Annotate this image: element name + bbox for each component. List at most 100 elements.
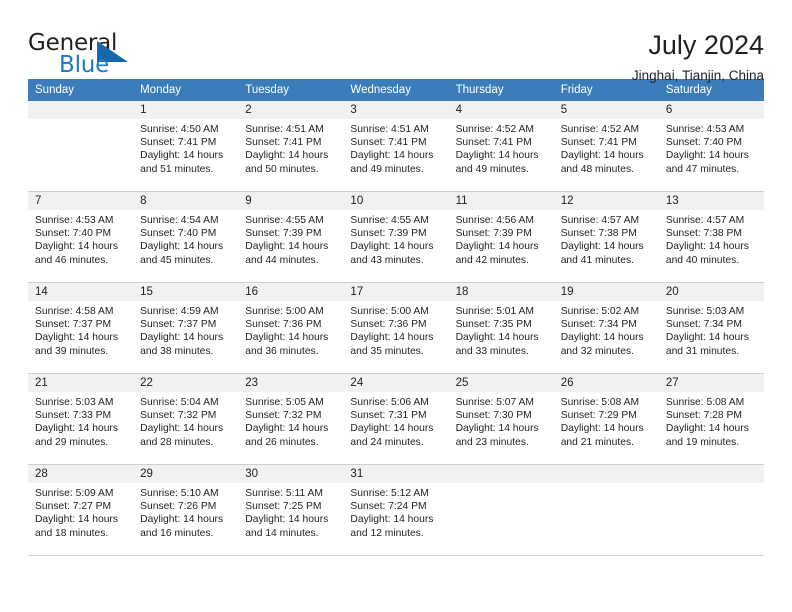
calendar-day-cell[interactable]: 18 Sunrise: 5:01 AM Sunset: 7:35 PM Dayligh… xyxy=(448,282,554,374)
calendar-day-cell[interactable]: 6 Sunrise: 4:53 AM Sunset: 7:40 PM Daylight… xyxy=(658,101,764,192)
daylight-text-line2: and 38 minutes. xyxy=(140,345,214,357)
daylight-text-line2: and 43 minutes. xyxy=(350,254,424,266)
daylight-text-line1: Daylight: 14 hours xyxy=(455,241,539,253)
day-number: 23 xyxy=(238,374,344,392)
calendar-day: 26 Sunrise: 5:08 AM Sunset: 7:29 PM Dayligh… xyxy=(553,374,659,463)
calendar-day-cell[interactable]: 27 Sunrise: 5:08 AM Sunset: 7:28 PM Dayligh… xyxy=(658,373,764,465)
daylight-text-line1: Daylight: 14 hours xyxy=(245,423,329,435)
daylight-text-line2: and 23 minutes. xyxy=(455,436,529,448)
calendar-day-cell[interactable]: 22 Sunrise: 5:04 AM Sunset: 7:32 PM Dayligh… xyxy=(133,373,239,465)
sunset-text: Sunset: 7:41 PM xyxy=(350,137,427,149)
calendar-day-cell[interactable]: 14 Sunrise: 4:58 AM Sunset: 7:37 PM Dayligh… xyxy=(28,282,134,374)
calendar-day-cell[interactable] xyxy=(553,464,659,556)
sunset-text: Sunset: 7:36 PM xyxy=(350,319,427,331)
calendar-day: 14 Sunrise: 4:58 AM Sunset: 7:37 PM Dayligh… xyxy=(28,283,134,372)
daylight-text-line1: Daylight: 14 hours xyxy=(35,241,118,253)
calendar-day: 31 Sunrise: 5:12 AM Sunset: 7:24 PM Dayligh… xyxy=(343,465,449,554)
sunset-text: Sunset: 7:41 PM xyxy=(245,137,322,149)
page-subtitle: Jinghai, Tianjin, China xyxy=(631,68,764,84)
calendar-day-cell[interactable]: 26 Sunrise: 5:08 AM Sunset: 7:29 PM Dayligh… xyxy=(553,373,659,465)
day-details: Sunrise: 4:54 AM Sunset: 7:40 PM Daylight:… xyxy=(133,210,238,267)
weekday-header-tuesday: Tuesday xyxy=(238,79,344,101)
sunset-text: Sunset: 7:41 PM xyxy=(560,137,637,149)
calendar-day-cell[interactable]: 13 Sunrise: 4:57 AM Sunset: 7:38 PM Dayligh… xyxy=(658,191,764,283)
sunrise-text: Sunrise: 5:03 AM xyxy=(665,306,745,317)
calendar-day-cell[interactable]: 19 Sunrise: 5:02 AM Sunset: 7:34 PM Dayligh… xyxy=(553,282,659,374)
calendar-day: 29 Sunrise: 5:10 AM Sunset: 7:26 PM Dayligh… xyxy=(133,465,239,554)
day-number: 16 xyxy=(238,283,344,301)
sunrise-text: Sunrise: 5:08 AM xyxy=(560,397,640,408)
calendar-week-row: 21 Sunrise: 5:03 AM Sunset: 7:33 PM Dayligh… xyxy=(28,373,764,465)
calendar-day-cell[interactable] xyxy=(658,464,764,556)
calendar-day-cell[interactable]: 24 Sunrise: 5:06 AM Sunset: 7:31 PM Dayligh… xyxy=(343,373,449,465)
calendar-day: 10 Sunrise: 4:55 AM Sunset: 7:39 PM Dayligh… xyxy=(343,192,449,281)
day-number: 26 xyxy=(553,374,659,392)
day-number: 12 xyxy=(553,192,659,210)
calendar-day-cell[interactable]: 31 Sunrise: 5:12 AM Sunset: 7:24 PM Dayligh… xyxy=(343,464,449,556)
sunrise-text: Sunrise: 4:54 AM xyxy=(140,215,219,226)
daylight-text-line2: and 50 minutes. xyxy=(245,163,319,175)
calendar-day-cell[interactable]: 21 Sunrise: 5:03 AM Sunset: 7:33 PM Dayligh… xyxy=(28,373,134,465)
calendar-day-cell[interactable]: 16 Sunrise: 5:00 AM Sunset: 7:36 PM Dayligh… xyxy=(238,282,344,374)
calendar-day-cell[interactable]: 17 Sunrise: 5:00 AM Sunset: 7:36 PM Dayligh… xyxy=(343,282,449,374)
general-blue-logo[interactable]: General Blue xyxy=(28,30,148,84)
day-details: Sunrise: 5:00 AM Sunset: 7:36 PM Daylight:… xyxy=(238,301,343,358)
day-details: Sunrise: 5:03 AM Sunset: 7:33 PM Daylight:… xyxy=(28,392,133,449)
day-details: Sunrise: 5:08 AM Sunset: 7:28 PM Daylight:… xyxy=(659,392,764,449)
day-number: 3 xyxy=(343,101,449,119)
daylight-text-line2: and 18 minutes. xyxy=(35,527,109,539)
daylight-text-line2: and 47 minutes. xyxy=(665,163,740,175)
day-details: Sunrise: 4:57 AM Sunset: 7:38 PM Daylight:… xyxy=(554,210,659,267)
calendar-day-cell[interactable]: 3 Sunrise: 4:51 AM Sunset: 7:41 PM Daylight… xyxy=(343,101,449,192)
calendar-day-cell[interactable]: 8 Sunrise: 4:54 AM Sunset: 7:40 PM Daylight… xyxy=(133,191,239,283)
calendar-day-cell[interactable]: 29 Sunrise: 5:10 AM Sunset: 7:26 PM Dayligh… xyxy=(133,464,239,556)
day-number: 17 xyxy=(343,283,449,301)
calendar-day-cell[interactable] xyxy=(448,464,554,556)
daylight-text-line1: Daylight: 14 hours xyxy=(245,241,329,253)
daylight-text-line2: and 36 minutes. xyxy=(245,345,319,357)
calendar-day-cell[interactable]: 5 Sunrise: 4:52 AM Sunset: 7:41 PM Daylight… xyxy=(553,101,659,192)
calendar-day-empty xyxy=(448,465,554,554)
calendar-day-cell[interactable]: 28 Sunrise: 5:09 AM Sunset: 7:27 PM Dayligh… xyxy=(28,464,134,556)
sunrise-text: Sunrise: 5:00 AM xyxy=(245,306,324,317)
day-details: Sunrise: 4:53 AM Sunset: 7:40 PM Daylight:… xyxy=(28,210,133,267)
calendar-day-cell[interactable]: 11 Sunrise: 4:56 AM Sunset: 7:39 PM Dayligh… xyxy=(448,191,554,283)
daylight-text-line2: and 39 minutes. xyxy=(35,345,109,357)
calendar-page: General Blue July 2024 Jinghai, Tianjin,… xyxy=(0,0,792,612)
day-details: Sunrise: 4:57 AM Sunset: 7:38 PM Daylight:… xyxy=(659,210,764,267)
calendar-day-cell[interactable]: 10 Sunrise: 4:55 AM Sunset: 7:39 PM Dayligh… xyxy=(343,191,449,283)
calendar-day: 11 Sunrise: 4:56 AM Sunset: 7:39 PM Dayligh… xyxy=(448,192,554,281)
calendar-day-cell[interactable]: 12 Sunrise: 4:57 AM Sunset: 7:38 PM Dayligh… xyxy=(553,191,659,283)
weekday-header-thursday: Thursday xyxy=(448,79,554,101)
day-details: Sunrise: 4:59 AM Sunset: 7:37 PM Daylight:… xyxy=(133,301,238,358)
sunrise-text: Sunrise: 5:03 AM xyxy=(35,397,114,408)
calendar-day-cell[interactable]: 4 Sunrise: 4:52 AM Sunset: 7:41 PM Daylight… xyxy=(448,101,554,192)
sunrise-text: Sunrise: 4:56 AM xyxy=(455,215,534,226)
daylight-text-line2: and 45 minutes. xyxy=(140,254,214,266)
daylight-text-line1: Daylight: 14 hours xyxy=(140,423,224,435)
calendar-day-cell[interactable] xyxy=(28,101,134,192)
sunrise-text: Sunrise: 4:53 AM xyxy=(35,215,114,226)
daylight-text-line1: Daylight: 14 hours xyxy=(245,332,329,344)
calendar-day-cell[interactable]: 30 Sunrise: 5:11 AM Sunset: 7:25 PM Dayligh… xyxy=(238,464,344,556)
sunset-text: Sunset: 7:37 PM xyxy=(140,319,217,331)
calendar-day-cell[interactable]: 7 Sunrise: 4:53 AM Sunset: 7:40 PM Daylight… xyxy=(28,191,134,283)
sunrise-text: Sunrise: 4:52 AM xyxy=(455,124,534,135)
calendar-day: 16 Sunrise: 5:00 AM Sunset: 7:36 PM Dayligh… xyxy=(238,283,344,372)
calendar-day-cell[interactable]: 25 Sunrise: 5:07 AM Sunset: 7:30 PM Dayligh… xyxy=(448,373,554,465)
sunset-text: Sunset: 7:35 PM xyxy=(455,319,532,331)
calendar-day-cell[interactable]: 9 Sunrise: 4:55 AM Sunset: 7:39 PM Daylight… xyxy=(238,191,344,283)
daylight-text-line1: Daylight: 14 hours xyxy=(560,423,644,435)
day-details: Sunrise: 4:51 AM Sunset: 7:41 PM Daylight:… xyxy=(343,119,448,176)
daylight-text-line1: Daylight: 14 hours xyxy=(455,423,539,435)
calendar-day-cell[interactable]: 2 Sunrise: 4:51 AM Sunset: 7:41 PM Daylight… xyxy=(238,101,344,192)
daylight-text-line1: Daylight: 14 hours xyxy=(560,241,644,253)
calendar-day-cell[interactable]: 20 Sunrise: 5:03 AM Sunset: 7:34 PM Dayligh… xyxy=(658,282,764,374)
calendar-day-cell[interactable]: 15 Sunrise: 4:59 AM Sunset: 7:37 PM Dayligh… xyxy=(133,282,239,374)
day-details: Sunrise: 5:04 AM Sunset: 7:32 PM Daylight:… xyxy=(133,392,238,449)
sunset-text: Sunset: 7:38 PM xyxy=(665,228,742,240)
calendar-day-cell[interactable]: 1 Sunrise: 4:50 AM Sunset: 7:41 PM Daylight… xyxy=(133,101,239,192)
daylight-text-line2: and 16 minutes. xyxy=(140,527,214,539)
calendar-day-cell[interactable]: 23 Sunrise: 5:05 AM Sunset: 7:32 PM Dayligh… xyxy=(238,373,344,465)
day-details: Sunrise: 5:07 AM Sunset: 7:30 PM Daylight:… xyxy=(449,392,554,449)
